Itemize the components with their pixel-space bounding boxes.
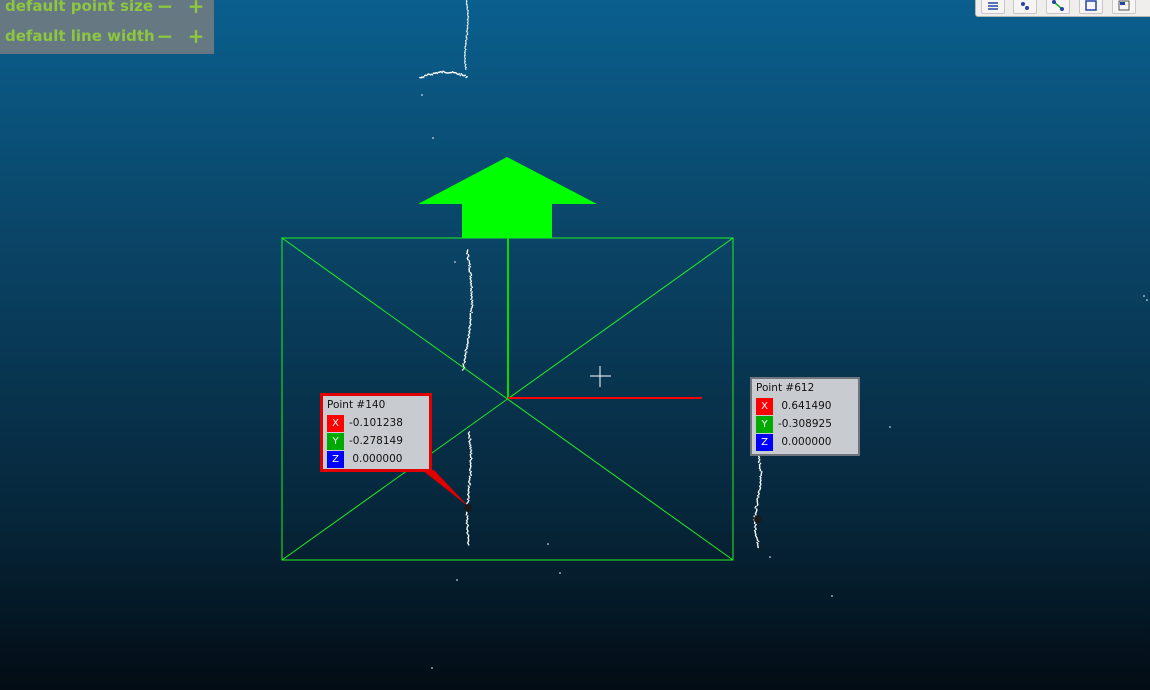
list-icon	[988, 2, 998, 10]
y-value: -0.278149	[349, 435, 403, 447]
point-label-612[interactable]: Point #612 X 0.641490 Y -0.308925 Z 0.00…	[750, 377, 860, 456]
3d-view-canvas[interactable]	[0, 0, 1150, 690]
point-cloud	[419, 0, 1148, 669]
z-axis-chip: Z	[756, 434, 773, 451]
x-value: 0.641490	[778, 400, 832, 412]
line-width-minus-button[interactable]: −	[155, 24, 175, 48]
z-value: 0.000000	[349, 453, 403, 465]
point-size-row: default point size − +	[5, 0, 210, 18]
segment-pick-button[interactable]	[1046, 0, 1070, 14]
up-arrow	[418, 157, 597, 238]
picked-point-140[interactable]	[464, 504, 472, 512]
box-select-icon	[1085, 0, 1097, 11]
point-label-140[interactable]: Point #140 X -0.101238 Y -0.278149 Z 0.0…	[320, 393, 432, 472]
y-axis-chip: Y	[327, 433, 344, 450]
window-button[interactable]	[1112, 0, 1136, 14]
z-value: 0.000000	[778, 436, 832, 448]
y-value: -0.308925	[778, 418, 832, 430]
point-pick-icon	[1021, 2, 1029, 10]
line-width-label: default line width	[5, 27, 155, 45]
picked-point-612[interactable]	[754, 515, 762, 523]
point-size-minus-button[interactable]: −	[155, 0, 175, 18]
x-axis-chip: X	[327, 415, 344, 432]
y-axis-chip: Y	[756, 416, 773, 433]
x-axis-chip: X	[756, 398, 773, 415]
z-axis-chip: Z	[327, 451, 344, 468]
point-size-plus-button[interactable]: +	[186, 0, 206, 18]
point-pick-button[interactable]	[1013, 0, 1037, 14]
crosshair-cursor	[590, 366, 611, 387]
point-label-title: Point #140	[327, 399, 386, 411]
box-select-button[interactable]	[1079, 0, 1103, 14]
point-label-title: Point #612	[756, 382, 815, 394]
line-width-plus-button[interactable]: +	[186, 24, 206, 48]
label-leader	[422, 470, 469, 507]
x-value: -0.101238	[349, 417, 403, 429]
window-icon	[1118, 0, 1130, 11]
line-width-row: default line width − +	[5, 24, 210, 48]
view-toolbar	[975, 0, 1150, 17]
list-button[interactable]	[981, 0, 1005, 14]
segment-pick-icon	[1052, 0, 1064, 11]
point-size-label: default point size	[5, 0, 154, 15]
options-panel: default point size − + default line widt…	[0, 0, 214, 54]
